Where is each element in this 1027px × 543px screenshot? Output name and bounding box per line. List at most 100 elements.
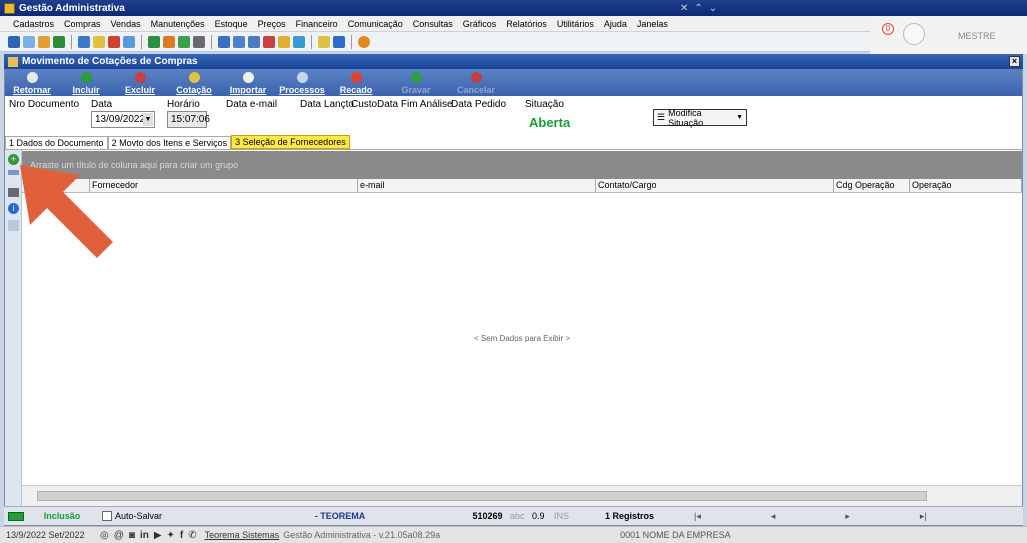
app-icon — [4, 2, 15, 14]
ribbon-button-3[interactable]: Cotação — [167, 69, 221, 96]
alert-icon[interactable] — [263, 35, 275, 48]
phone-icon[interactable]: ✆ — [188, 530, 196, 541]
horizontal-scrollbar[interactable] — [22, 485, 1022, 506]
report-icon[interactable] — [163, 35, 175, 48]
menu-item-7[interactable]: Comunicação — [348, 19, 403, 29]
form-close-button[interactable]: × — [1009, 56, 1020, 67]
ribbon-label: Gravar — [401, 85, 431, 95]
autosave-checkbox[interactable] — [102, 511, 112, 521]
key-icon[interactable] — [93, 35, 105, 48]
user-name: MESTRE — [958, 31, 996, 41]
message-icon — [350, 72, 362, 83]
chart-icon[interactable] — [53, 35, 65, 48]
modify-status-button[interactable]: ☰ Modifica Situação ▼ — [653, 108, 747, 128]
process-icon — [296, 72, 308, 83]
help-icon[interactable] — [358, 35, 370, 48]
label-data-email: Data e-mail — [226, 99, 278, 110]
brand-link[interactable]: Teorema Sistemas — [205, 530, 280, 540]
ribbon-button-0[interactable]: Retornar — [5, 69, 59, 96]
record-navigator: |◂ ◂ ▸ ▸| — [694, 511, 927, 522]
cancel-icon — [470, 72, 482, 83]
time-field[interactable]: 15:07:06 — [167, 111, 210, 128]
ribbon-button-8[interactable]: Cancelar — [449, 69, 503, 96]
chevron-up-icon[interactable]: ⌃ — [694, 3, 702, 14]
tab-1[interactable]: 1 Dados do Documento — [5, 136, 108, 149]
youtube-icon[interactable]: ▶ — [154, 530, 162, 541]
menu-item-10[interactable]: Relatórios — [506, 19, 547, 29]
ribbon-label: Cancelar — [456, 85, 496, 95]
date-field[interactable]: 13/09/2022 ▼ — [91, 111, 155, 128]
at-icon[interactable]: @ — [114, 530, 124, 541]
user-icon[interactable] — [108, 35, 120, 48]
status-led-icon — [8, 511, 24, 521]
menu-item-8[interactable]: Consultas — [413, 19, 453, 29]
menu-item-4[interactable]: Estoque — [215, 19, 248, 29]
tab-2[interactable]: 2 Movto dos Itens e Serviços — [107, 136, 232, 149]
column-header-2[interactable]: e-mail — [358, 179, 596, 192]
linkedin-icon[interactable]: in — [140, 530, 149, 541]
doc-icon[interactable] — [23, 35, 35, 48]
ribbon-button-2[interactable]: Excluir — [113, 69, 167, 96]
label-nro-documento: Nro Documento — [9, 99, 80, 110]
box-icon[interactable] — [38, 35, 50, 48]
folder-icon[interactable] — [8, 35, 20, 48]
label-data: Data — [91, 99, 113, 110]
ribbon-button-5[interactable]: Processos — [275, 69, 329, 96]
star-icon[interactable] — [318, 35, 330, 48]
form-title: Movimento de Cotações de Compras — [22, 56, 198, 67]
last-record-icon[interactable]: ▸| — [920, 511, 927, 522]
ribbon-button-7[interactable]: Gravar — [389, 69, 443, 96]
next-record-icon[interactable]: ▸ — [845, 511, 850, 522]
footer-date: 13/9/2022 Set/2022 — [6, 530, 85, 540]
calc-icon[interactable] — [78, 35, 90, 48]
ribbon-button-4[interactable]: Importar — [221, 69, 275, 96]
collapse-icon[interactable]: ✕ — [680, 3, 688, 14]
menu-item-1[interactable]: Compras — [64, 19, 101, 29]
table-icon[interactable] — [233, 35, 245, 48]
menu-item-2[interactable]: Vendas — [111, 19, 141, 29]
delete-icon — [134, 72, 146, 83]
clock-icon[interactable] — [278, 35, 290, 48]
instagram-icon[interactable]: ◙ — [129, 530, 135, 541]
ribbon-button-6[interactable]: Recado — [329, 69, 383, 96]
list-icon[interactable] — [248, 35, 260, 48]
menu-item-5[interactable]: Preços — [258, 19, 286, 29]
label-data-pedido: Data Pedido — [451, 99, 507, 110]
grid-icon[interactable] — [218, 35, 230, 48]
whatsapp-icon[interactable]: ◎ — [100, 530, 109, 541]
group-by-panel[interactable]: Arraste um título de coluna aqui para cr… — [22, 151, 1022, 179]
notification-badge[interactable]: 0 — [882, 23, 894, 35]
menu-item-13[interactable]: Janelas — [637, 19, 668, 29]
window-controls-outer: ✕ ⌃ ⌄ — [680, 0, 717, 16]
mail-icon[interactable] — [293, 35, 305, 48]
first-record-icon[interactable]: |◂ — [694, 511, 701, 522]
menu-item-6[interactable]: Financeiro — [296, 19, 338, 29]
print-icon[interactable] — [193, 35, 205, 48]
ribbon-button-1[interactable]: Incluir — [59, 69, 113, 96]
chevron-down-icon[interactable]: ⌄ — [709, 3, 717, 14]
main-toolbar — [0, 32, 870, 52]
menu-item-12[interactable]: Ajuda — [604, 19, 627, 29]
list-icon: ☰ — [657, 112, 666, 122]
status-value: Aberta — [529, 115, 571, 130]
save-icon[interactable] — [333, 35, 345, 48]
menu-item-3[interactable]: Manutenções — [151, 19, 205, 29]
dropdown-arrow-icon[interactable]: ▼ — [143, 113, 153, 126]
facebook-icon[interactable]: f — [180, 530, 183, 541]
money-icon[interactable] — [148, 35, 160, 48]
twitter-icon[interactable]: ✦ — [167, 530, 175, 541]
tab-3[interactable]: 3 Seleção de Fornecedores — [231, 135, 350, 149]
column-header-3[interactable]: Contato/Cargo — [596, 179, 834, 192]
records-count: 1 Registros — [604, 511, 654, 521]
tab-strip: 1 Dados do Documento 2 Movto dos Itens e … — [5, 134, 1022, 150]
scrollbar-thumb[interactable] — [37, 491, 927, 501]
column-header-5[interactable]: Operação — [910, 179, 1022, 192]
column-header-4[interactable]: Cdg Operação — [834, 179, 910, 192]
avatar[interactable] — [903, 23, 925, 45]
menu-item-0[interactable]: Cadastros — [13, 19, 54, 29]
prev-record-icon[interactable]: ◂ — [771, 511, 776, 522]
menu-item-11[interactable]: Utilitários — [557, 19, 594, 29]
graph-icon[interactable] — [178, 35, 190, 48]
menu-item-9[interactable]: Gráficos — [463, 19, 497, 29]
cart-icon[interactable] — [123, 35, 135, 48]
